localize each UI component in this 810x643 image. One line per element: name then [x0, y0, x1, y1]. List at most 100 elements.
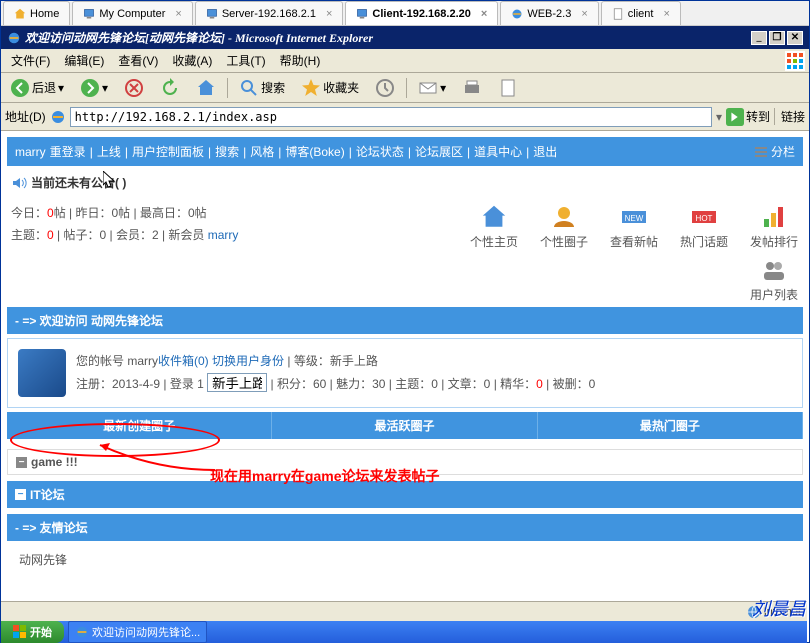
menu-file[interactable]: 文件(F) [5, 50, 56, 71]
host-tab-server[interactable]: Server-192.168.2.1× [195, 1, 344, 25]
ie-icon [7, 31, 21, 45]
go-button[interactable]: 转到 [726, 108, 770, 126]
chart-icon [760, 203, 788, 231]
doc-icon [612, 8, 624, 20]
close-icon[interactable]: × [326, 8, 332, 20]
print-button[interactable] [457, 75, 487, 101]
tab-hot[interactable]: 最热门圈子 [538, 412, 803, 439]
switch-user-link[interactable]: 切换用户身份 [212, 354, 284, 368]
status-bar: Internet [1, 601, 807, 621]
nav-props[interactable]: 道具中心 [474, 143, 522, 160]
svg-text:HOT: HOT [696, 214, 713, 223]
menu-tools[interactable]: 工具(T) [220, 50, 271, 71]
windows-icon [13, 625, 27, 639]
taskbar: 开始 欢迎访问动网先锋论... [1, 621, 807, 643]
window-title: 欢迎访问动网先锋论坛[动网先锋论坛] - Microsoft Internet … [25, 29, 373, 46]
section-friend[interactable]: - => 友情论坛 [7, 514, 803, 541]
icon-row: 个性主页 个性圈子 NEW查看新帖 HOT热门话题 发帖排行 [469, 203, 799, 250]
dropdown-icon[interactable]: ▾ [716, 110, 722, 124]
nav-search[interactable]: 搜索 [215, 143, 239, 160]
stats-row: 今日：0帖 | 昨日：0帖 | 最高日：0帖 主题：0 | 帖子：0 | 会员：… [7, 199, 803, 307]
nav-online[interactable]: 上线 [97, 143, 121, 160]
mail-button[interactable]: ▾ [413, 75, 451, 101]
nav-ucp[interactable]: 用户控制面板 [132, 143, 204, 160]
inbox-link[interactable]: 收件箱(0) [158, 354, 209, 368]
host-tab-mycomputer[interactable]: My Computer× [72, 1, 192, 25]
user-link[interactable]: marry [15, 145, 46, 159]
links-button[interactable]: 链接 [774, 108, 805, 125]
refresh-button[interactable] [155, 75, 185, 101]
tab-active[interactable]: 最活跃圈子 [272, 412, 537, 439]
close-icon[interactable]: × [663, 8, 669, 20]
refresh-icon [160, 78, 180, 98]
menu-favorites[interactable]: 收藏(A) [166, 50, 218, 71]
host-tab-clientdoc[interactable]: client× [601, 1, 681, 25]
collapse-icon[interactable]: − [16, 457, 27, 468]
new-member-link[interactable]: marry [208, 228, 239, 242]
close-button[interactable]: ✕ [787, 31, 803, 45]
section-it[interactable]: − IT论坛 [7, 481, 803, 508]
close-icon[interactable]: × [481, 8, 487, 20]
forum-nav-bar: marry 重登录 | 上线 | 用户控制面板 | 搜索 | 风格 | 博客(B… [7, 137, 803, 166]
friend-link[interactable]: 动网先锋 [19, 553, 67, 567]
icon-personal-circle[interactable]: 个性圈子 [539, 203, 589, 250]
task-button[interactable]: 欢迎访问动网先锋论... [68, 621, 207, 643]
hot-icon: HOT [690, 203, 718, 231]
minimize-button[interactable]: _ [751, 31, 767, 45]
nav-style[interactable]: 风格 [250, 143, 274, 160]
watermark: 刘晨昌 [752, 595, 806, 621]
user-info-box: 您的帐号 marry收件箱(0) 切换用户身份 | 等级：新手上路 注册：201… [7, 338, 803, 408]
host-tab-home[interactable]: Home [3, 1, 70, 25]
icon-new-posts[interactable]: NEW查看新帖 [609, 203, 659, 250]
url-input[interactable] [70, 107, 712, 127]
edit-button[interactable] [493, 75, 523, 101]
nav-exit[interactable]: 退出 [533, 143, 557, 160]
icon-personal-home[interactable]: 个性主页 [469, 203, 519, 250]
icon-post-rank[interactable]: 发帖排行 [749, 203, 799, 250]
menu-edit[interactable]: 编辑(E) [58, 50, 110, 71]
back-button[interactable]: 后退 ▾ [5, 75, 69, 101]
host-tab-web[interactable]: WEB-2.3× [500, 1, 598, 25]
start-button[interactable]: 开始 [1, 621, 64, 643]
history-button[interactable] [370, 75, 400, 101]
toolbar: 后退 ▾ ▾ 搜索 收藏夹 ▾ [1, 73, 809, 103]
tab-newest[interactable]: 最新创建圈子 [7, 412, 272, 439]
ie-icon [511, 8, 523, 20]
users-icon [760, 256, 788, 284]
home-icon [480, 203, 508, 231]
window-titlebar: 欢迎访问动网先锋论坛[动网先锋论坛] - Microsoft Internet … [1, 26, 809, 49]
address-bar: 地址(D) ▾ 转到 链接 [1, 103, 809, 131]
page-content: marry 重登录 | 上线 | 用户控制面板 | 搜索 | 风格 | 博客(B… [1, 131, 809, 611]
nav-zone[interactable]: 论坛展区 [415, 143, 463, 160]
nav-relogin[interactable]: 重登录 [50, 143, 86, 160]
nav-boke[interactable]: 博客(Boke) [285, 143, 344, 160]
svg-text:NEW: NEW [625, 214, 644, 223]
friend-link-row: 动网先锋 [7, 541, 803, 578]
separator [406, 78, 407, 98]
host-tab-client[interactable]: Client-192.168.2.20× [345, 1, 498, 25]
star-icon [301, 78, 321, 98]
announce-text: 当前还未有公告( ) [31, 174, 126, 191]
maximize-button[interactable]: ❐ [769, 31, 785, 45]
menu-bar: 文件(F) 编辑(E) 查看(V) 收藏(A) 工具(T) 帮助(H) [1, 49, 809, 73]
close-icon[interactable]: × [175, 8, 181, 20]
ie-icon [50, 109, 66, 125]
level-input[interactable] [207, 373, 267, 392]
menu-view[interactable]: 查看(V) [112, 50, 164, 71]
stop-button[interactable] [119, 75, 149, 101]
collapse-icon[interactable]: − [15, 489, 26, 500]
favorites-button[interactable]: 收藏夹 [296, 75, 364, 101]
split-button[interactable]: 分栏 [754, 143, 795, 160]
icon-user-list[interactable]: 用户列表 [749, 256, 799, 303]
circle-icon [550, 203, 578, 231]
nav-status[interactable]: 论坛状态 [356, 143, 404, 160]
icon-hot-topics[interactable]: HOT热门话题 [679, 203, 729, 250]
home-button[interactable] [191, 75, 221, 101]
search-button[interactable]: 搜索 [234, 75, 290, 101]
sound-icon [11, 175, 27, 191]
back-icon [10, 78, 30, 98]
close-icon[interactable]: × [581, 8, 587, 20]
home-icon [196, 78, 216, 98]
forward-button[interactable]: ▾ [75, 75, 113, 101]
menu-help[interactable]: 帮助(H) [274, 50, 327, 71]
